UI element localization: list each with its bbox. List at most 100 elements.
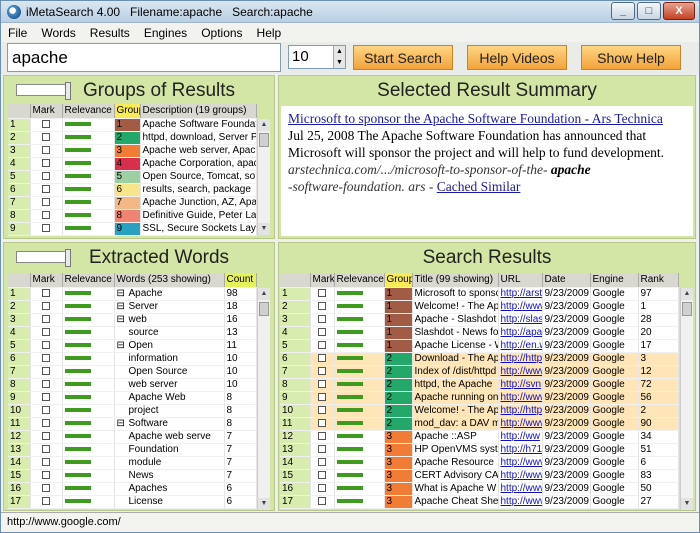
mark-checkbox[interactable] xyxy=(42,146,50,155)
menu-file[interactable]: File xyxy=(1,26,34,40)
word-cell[interactable]: ⊟ Apache xyxy=(114,287,225,301)
mark-cell[interactable] xyxy=(310,443,335,457)
result-row[interactable]: 1 1 Microsoft to sponsor http://arst 9/23/20… xyxy=(280,287,679,301)
start-search-button[interactable]: Start Search xyxy=(353,45,453,70)
mark-checkbox[interactable] xyxy=(42,133,50,142)
word-row[interactable]: 10 project 8 xyxy=(8,404,257,418)
group-row[interactable]: 3 3 Apache web server, Apac xyxy=(8,144,257,158)
group-description[interactable]: SSL, Secure Sockets Lay xyxy=(140,222,257,236)
results-col-relevance[interactable]: Relevance xyxy=(334,273,385,288)
mark-checkbox[interactable] xyxy=(318,315,326,324)
word-cell[interactable]: ⊟ Server xyxy=(114,300,225,314)
results-col-date[interactable]: Date xyxy=(542,273,591,288)
mark-checkbox[interactable] xyxy=(42,497,50,506)
mark-checkbox[interactable] xyxy=(42,432,50,441)
collapse-icon[interactable]: ⊟ xyxy=(117,301,129,312)
result-url-link[interactable]: http://www xyxy=(501,418,542,429)
mark-cell[interactable] xyxy=(30,430,63,444)
result-url-link[interactable]: http://www xyxy=(501,457,542,468)
group-description[interactable]: Apache Corporation, apac xyxy=(140,157,257,171)
result-url-link[interactable]: http://www xyxy=(501,392,542,403)
word-row[interactable]: 13 Foundation 7 xyxy=(8,443,257,457)
word-cell[interactable]: source xyxy=(114,326,225,340)
result-row[interactable]: 7 2Index of /dist/httpdhttp://www9/23/200… xyxy=(280,365,679,379)
mark-checkbox[interactable] xyxy=(42,406,50,415)
group-row[interactable]: 6 6 results, search, package xyxy=(8,183,257,197)
result-url-link[interactable]: http://www xyxy=(501,483,542,494)
result-row[interactable]: 14 3Apache Resourcehttp://www9/23/2009Goo… xyxy=(280,456,679,470)
group-row[interactable]: 1 1 Apache Software Foundati xyxy=(8,118,257,132)
result-title[interactable]: HP OpenVMS syste xyxy=(412,443,499,457)
word-row[interactable]: 6 information 10 xyxy=(8,352,257,366)
result-title[interactable]: Welcome! - The Apa xyxy=(412,404,499,418)
result-url-link[interactable]: http://arst xyxy=(501,288,542,299)
mark-checkbox[interactable] xyxy=(42,393,50,402)
scroll-up-icon[interactable]: ▲ xyxy=(681,288,693,300)
mark-checkbox[interactable] xyxy=(318,367,326,376)
result-row[interactable]: 13 3 HP OpenVMS syste http://h71 9/23/2009 Go… xyxy=(280,443,679,457)
mark-checkbox[interactable] xyxy=(42,484,50,493)
mark-checkbox[interactable] xyxy=(318,406,326,415)
word-row[interactable]: 12 Apache web serve 7 xyxy=(8,430,257,444)
mark-cell[interactable] xyxy=(310,430,335,444)
word-cell[interactable]: Apache Web xyxy=(114,391,225,405)
minimize-button[interactable]: _ xyxy=(611,2,635,20)
mark-checkbox[interactable] xyxy=(318,458,326,467)
mark-cell[interactable] xyxy=(310,352,335,366)
mark-checkbox[interactable] xyxy=(42,211,50,220)
mark-checkbox[interactable] xyxy=(318,432,326,441)
mark-cell[interactable] xyxy=(30,365,63,379)
mark-cell[interactable] xyxy=(310,482,335,496)
result-url-link[interactable]: http://http xyxy=(501,353,542,364)
mark-cell[interactable] xyxy=(310,456,335,470)
mark-checkbox[interactable] xyxy=(42,445,50,454)
word-cell[interactable]: ⊟ Software xyxy=(114,417,225,431)
group-description[interactable]: Apache Junction, AZ, Apa xyxy=(140,196,257,210)
group-row[interactable]: 2 2 httpd, download, Server P xyxy=(8,131,257,145)
word-cell[interactable]: ⊟ web xyxy=(114,313,225,327)
results-col-rank[interactable]: Rank xyxy=(638,273,679,288)
mark-cell[interactable] xyxy=(30,196,63,210)
mark-cell[interactable] xyxy=(310,495,335,509)
mark-cell[interactable] xyxy=(30,391,63,405)
summary-link[interactable]: Microsoft to sponsor the Apache Software… xyxy=(288,111,663,126)
mark-cell[interactable] xyxy=(30,482,63,496)
maximize-button[interactable]: □ xyxy=(637,2,661,20)
mark-checkbox[interactable] xyxy=(42,289,50,298)
result-title[interactable]: Apache Cheat She xyxy=(412,495,499,509)
result-url-link[interactable]: http://apa xyxy=(501,327,542,338)
word-row[interactable]: 5 ⊟ Open 11 xyxy=(8,339,257,353)
mark-checkbox[interactable] xyxy=(318,289,326,298)
mark-checkbox[interactable] xyxy=(318,302,326,311)
mark-checkbox[interactable] xyxy=(318,354,326,363)
result-row[interactable]: 11 2mod_dav: a DAV mohttp://www9/23/2009G… xyxy=(280,417,679,431)
group-description[interactable]: Definitive Guide, Peter La xyxy=(140,209,257,223)
mark-checkbox[interactable] xyxy=(42,159,50,168)
result-row[interactable]: 5 1Apache License - Whttp://en.w9/23/2009… xyxy=(280,339,679,353)
word-row[interactable]: 3 ⊟ web 16 xyxy=(8,313,257,327)
mark-cell[interactable] xyxy=(30,157,63,171)
results-col-engine[interactable]: Engine xyxy=(590,273,639,288)
word-cell[interactable]: Apache web serve xyxy=(114,430,225,444)
search-input[interactable]: apache xyxy=(7,43,281,72)
word-cell[interactable]: information xyxy=(114,352,225,366)
mark-checkbox[interactable] xyxy=(42,315,50,324)
word-cell[interactable]: License xyxy=(114,495,225,509)
scroll-up-icon[interactable]: ▲ xyxy=(258,288,270,300)
mark-checkbox[interactable] xyxy=(318,328,326,337)
mark-cell[interactable] xyxy=(30,417,63,431)
mark-checkbox[interactable] xyxy=(42,302,50,311)
result-row[interactable]: 15 3CERT Advisory CA-http://www9/23/2009G… xyxy=(280,469,679,483)
mark-checkbox[interactable] xyxy=(318,497,326,506)
mark-cell[interactable] xyxy=(310,378,335,392)
mark-checkbox[interactable] xyxy=(42,354,50,363)
result-title[interactable]: What is Apache W xyxy=(412,482,499,496)
result-url-link[interactable]: http://en.w xyxy=(501,340,542,351)
mark-checkbox[interactable] xyxy=(318,341,326,350)
mark-cell[interactable] xyxy=(310,404,335,418)
mark-checkbox[interactable] xyxy=(42,419,50,428)
menu-results[interactable]: Results xyxy=(83,26,137,40)
results-col-mark[interactable]: Mark xyxy=(310,273,335,288)
result-title[interactable]: mod_dav: a DAV mo xyxy=(412,417,499,431)
result-title[interactable]: Apache running on xyxy=(412,391,499,405)
